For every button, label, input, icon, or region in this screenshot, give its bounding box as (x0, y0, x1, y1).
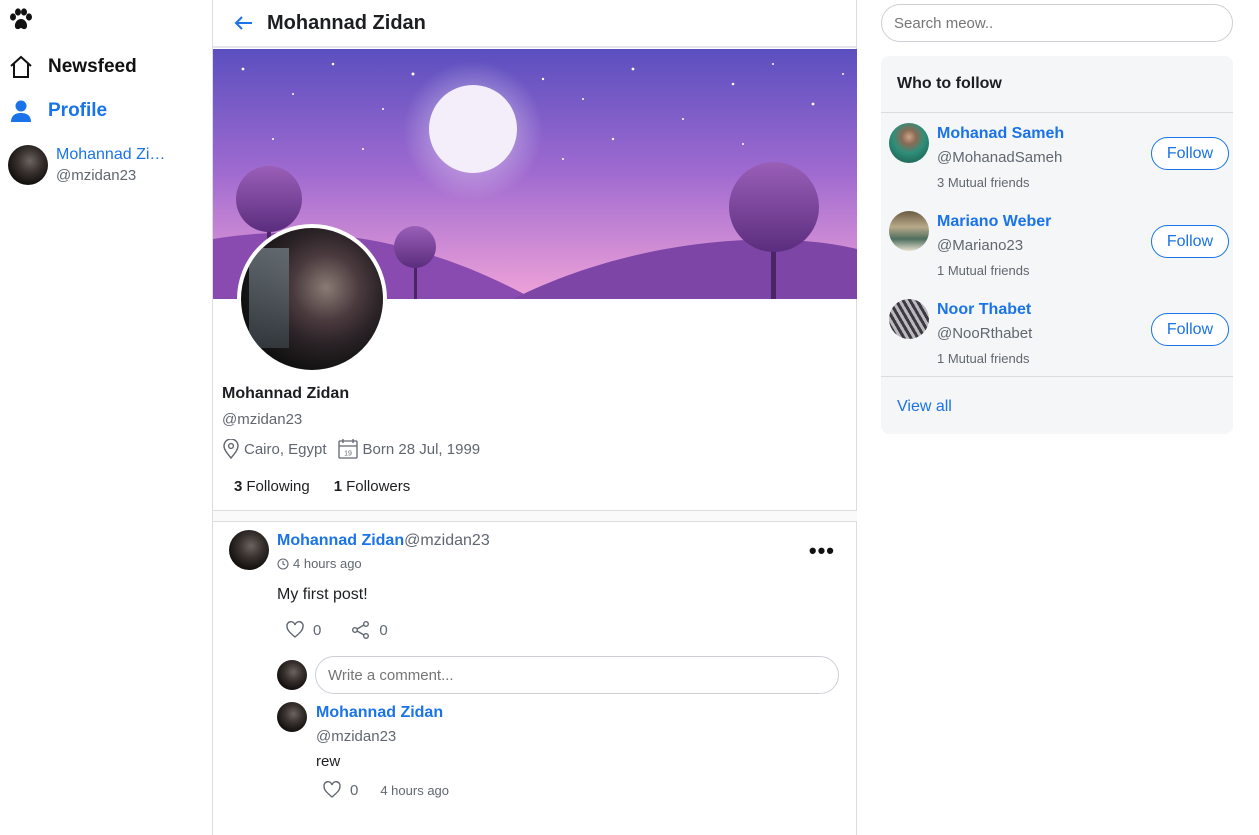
panel-divider (881, 376, 1233, 377)
profile-birthday: Born 28 Jul, 1999 (362, 440, 481, 458)
following-link[interactable]: 3 Following (234, 478, 310, 495)
comment-like-count: 0 (350, 781, 359, 799)
suggestion-avatar[interactable] (889, 211, 929, 251)
more-options-icon[interactable]: ••• (809, 540, 835, 562)
suggestion-mutual: 3 Mutual friends (937, 175, 1030, 190)
current-user-name: Mohannad Zidan (56, 146, 174, 163)
comment-author-handle: @mzidan23 (316, 728, 397, 745)
suggestion-handle: @NooRthabet (937, 325, 1033, 342)
suggestion-name[interactable]: Mariano Weber (937, 213, 1051, 231)
follow-button[interactable]: Follow (1151, 137, 1229, 170)
profile-avatar[interactable] (237, 224, 387, 374)
suggestion-handle: @MohanadSameh (937, 149, 1063, 166)
post-time-text: 4 hours ago (293, 556, 362, 571)
comment-text: rew (316, 753, 341, 770)
calendar-day: 19 (344, 451, 352, 458)
post-actions: 0 0 (285, 620, 388, 640)
avatar (8, 145, 48, 185)
current-user-handle: @mzidan23 (56, 167, 137, 184)
post-author-handle: @mzidan23 (404, 532, 490, 549)
share-button[interactable]: 0 (351, 620, 388, 640)
user-icon (11, 100, 31, 122)
left-sidebar: Newsfeed Profile Mohannad Zidan @mzidan2… (0, 0, 212, 835)
section-divider (213, 510, 857, 522)
nav-profile-label: Profile (48, 100, 108, 121)
share-count: 0 (379, 621, 388, 639)
arrow-left-icon[interactable] (233, 12, 255, 34)
suggestion-item: Mohanad Sameh @MohanadSameh 3 Mutual fri… (889, 113, 1229, 193)
search-input[interactable] (881, 4, 1233, 42)
heart-icon[interactable] (322, 780, 342, 800)
post-author: Mohannad Zidan@mzidan23 (277, 532, 490, 550)
comment-input[interactable] (315, 656, 839, 694)
comment-author-name[interactable]: Mohannad Zidan (316, 704, 443, 722)
suggestion-item: Mariano Weber @Mariano23 1 Mutual friend… (889, 201, 1229, 281)
who-to-follow-panel: Who to follow Mohanad Sameh @MohanadSame… (881, 56, 1233, 434)
comment-composer (277, 656, 839, 694)
suggestion-mutual: 1 Mutual friends (937, 263, 1030, 278)
follow-button[interactable]: Follow (1151, 225, 1229, 258)
view-all-link[interactable]: View all (897, 398, 952, 416)
calendar-icon: 19 (337, 439, 358, 459)
main-column: Mohannad Zidan Mohannad Zidan @mzidan23 … (212, 0, 857, 835)
nav-profile[interactable]: Profile (8, 98, 107, 124)
suggestion-name[interactable]: Mohanad Sameh (937, 125, 1064, 143)
followers-link[interactable]: 1 Followers (334, 478, 411, 495)
suggestion-item: Noor Thabet @NooRthabet 1 Mutual friends… (889, 289, 1229, 369)
share-icon (352, 621, 370, 639)
profile-meta: Cairo, Egypt 19 Born 28 Jul, 1999 (222, 438, 480, 460)
suggestion-handle: @Mariano23 (937, 237, 1024, 254)
clock-icon (277, 557, 289, 570)
followers-count: 1 (333, 478, 343, 495)
followers-label: Followers (346, 478, 411, 495)
like-count: 0 (313, 621, 322, 639)
suggestion-avatar[interactable] (889, 123, 929, 163)
follow-counts: 3 Following 1 Followers (234, 478, 480, 495)
location-pin-icon (223, 439, 239, 459)
post-author-name[interactable]: Mohannad Zidan (277, 532, 404, 549)
like-button[interactable]: 0 (285, 620, 321, 640)
page-title: Mohannad Zidan (267, 11, 426, 34)
current-user[interactable]: Mohannad Zidan @mzidan23 (8, 145, 174, 185)
profile-info: Mohannad Zidan @mzidan23 Cairo, Egypt 19… (222, 385, 480, 495)
page-header: Mohannad Zidan (213, 0, 856, 48)
suggestion-name[interactable]: Noor Thabet (937, 301, 1031, 319)
comment-author-avatar[interactable] (277, 702, 307, 732)
profile-handle: @mzidan23 (222, 411, 303, 428)
home-icon (10, 55, 32, 78)
comment-actions: 0 4 hours ago (322, 780, 449, 800)
follow-button[interactable]: Follow (1151, 313, 1229, 346)
post-time: 4 hours ago (277, 556, 362, 571)
post-text: My first post! (277, 586, 368, 603)
following-count: 3 (234, 478, 243, 495)
post-author-avatar[interactable] (229, 530, 269, 570)
profile-name: Mohannad Zidan (222, 385, 350, 402)
paw-icon[interactable] (8, 8, 34, 32)
avatar (277, 660, 307, 690)
suggestion-mutual: 1 Mutual friends (937, 351, 1030, 366)
heart-icon (286, 621, 304, 638)
nav-newsfeed[interactable]: Newsfeed (8, 54, 137, 80)
suggestion-avatar[interactable] (889, 299, 929, 339)
comment-time: 4 hours ago (380, 782, 450, 798)
profile-location: Cairo, Egypt (244, 440, 327, 458)
who-to-follow-title: Who to follow (881, 56, 1233, 113)
following-label: Following (246, 478, 310, 495)
nav-newsfeed-label: Newsfeed (48, 56, 137, 77)
